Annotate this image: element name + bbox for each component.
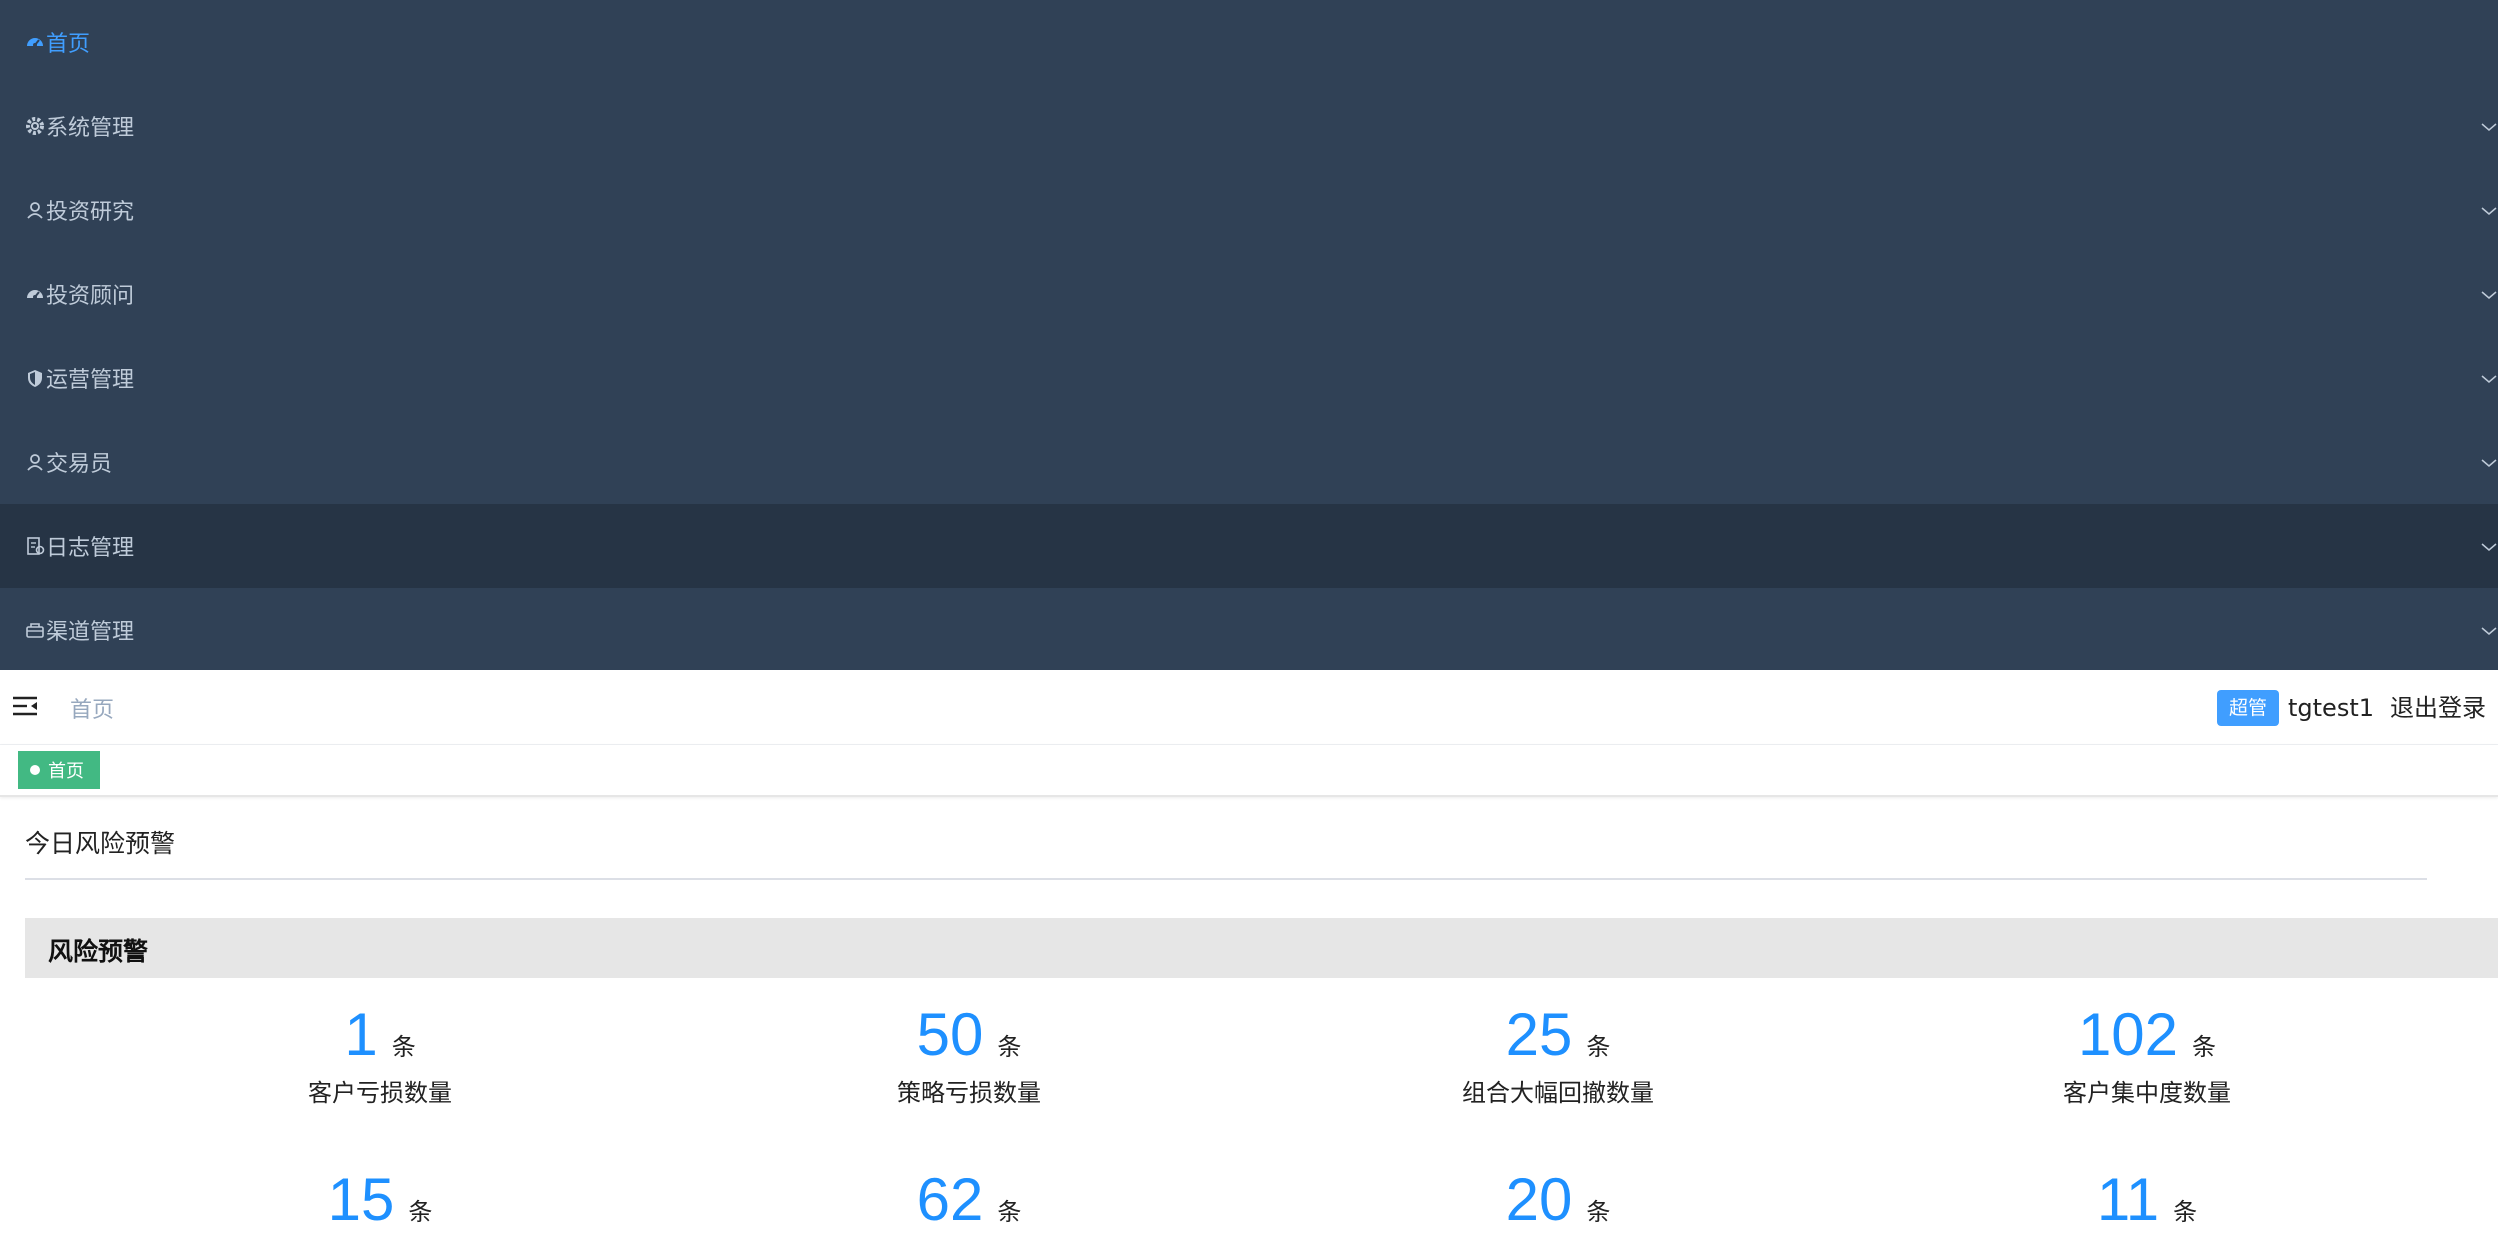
chevron-down-icon bbox=[2480, 203, 2498, 217]
log-icon bbox=[24, 535, 46, 557]
stat-unit: 条 bbox=[391, 1033, 416, 1061]
dashboard-icon bbox=[24, 283, 46, 305]
stat-label: 组合大幅回撤数量 bbox=[1462, 1079, 1654, 1107]
chevron-down-icon bbox=[2480, 623, 2498, 637]
sidebar-item-channels[interactable]: 渠道管理 bbox=[0, 588, 2498, 672]
shield-icon bbox=[24, 367, 46, 389]
stat-unit: 条 bbox=[997, 1033, 1022, 1061]
sidebar-item-label: 交易员 bbox=[46, 452, 113, 477]
stat-value: 15 bbox=[327, 1166, 395, 1233]
stat-value: 1 bbox=[344, 1001, 378, 1068]
sidebar-item-logs[interactable]: 日志管理 bbox=[0, 504, 2498, 588]
stat-value: 50 bbox=[916, 1001, 984, 1068]
sidebar-item-label: 渠道管理 bbox=[46, 620, 135, 645]
chevron-down-icon bbox=[2480, 119, 2498, 133]
sidebar-item-label: 运营管理 bbox=[46, 368, 135, 393]
stat-unit: 条 bbox=[2192, 1033, 2217, 1061]
menu-fold-icon[interactable] bbox=[12, 694, 38, 718]
stat-value: 20 bbox=[1505, 1166, 1573, 1233]
stat-label: 客户集中度数量 bbox=[2063, 1079, 2231, 1107]
stat-unit: 条 bbox=[408, 1198, 433, 1226]
user-icon bbox=[24, 451, 46, 473]
channel-icon bbox=[24, 619, 46, 641]
stat-unit: 条 bbox=[2173, 1198, 2198, 1226]
stat-label: 客户亏损数量 bbox=[308, 1079, 452, 1107]
stat-card: 11 条 bbox=[1847, 1165, 2447, 1234]
breadcrumb: 首页 bbox=[70, 698, 115, 723]
sidebar-item-research[interactable]: 投资研究 bbox=[0, 168, 2498, 252]
chevron-down-icon bbox=[2480, 371, 2498, 385]
tag-home[interactable]: 首页 bbox=[18, 751, 100, 789]
section-title: 风险预警 bbox=[48, 937, 149, 966]
sidebar-item-label: 投资顾问 bbox=[46, 284, 135, 309]
stat-card: 15 条 bbox=[80, 1165, 680, 1234]
sidebar-item-trader[interactable]: 交易员 bbox=[0, 420, 2498, 504]
sidebar-item-label: 首页 bbox=[46, 32, 91, 57]
sidebar-item-home[interactable]: 首页 bbox=[0, 0, 2498, 84]
dot-icon bbox=[30, 765, 40, 775]
stat-value: 62 bbox=[916, 1166, 984, 1233]
stat-unit: 条 bbox=[997, 1198, 1022, 1226]
username: tgtest1 bbox=[2288, 694, 2375, 722]
sidebar-item-system[interactable]: 系统管理 bbox=[0, 84, 2498, 168]
chevron-down-icon bbox=[2480, 455, 2498, 469]
stat-label: 策略亏损数量 bbox=[897, 1079, 1041, 1107]
stat-unit: 条 bbox=[1586, 1033, 1611, 1061]
logout-button[interactable]: 退出登录 bbox=[2390, 690, 2486, 726]
stat-value: 25 bbox=[1505, 1001, 1573, 1068]
navbar: 首页 超管 tgtest1 退出登录 bbox=[0, 670, 2498, 745]
stat-unit: 条 bbox=[1586, 1198, 1611, 1226]
gear-icon bbox=[24, 115, 46, 137]
stat-card: 50 条 策略亏损数量 bbox=[669, 1000, 1269, 1108]
section-header: 风险预警 bbox=[25, 918, 2498, 978]
sidebar-menu: 首页 系统管理 投资研究 投资顾问 运营管理 交易员 日志管理 渠道管理 bbox=[0, 0, 2498, 670]
sidebar-item-label: 系统管理 bbox=[46, 116, 135, 141]
stat-card: 62 条 bbox=[669, 1165, 1269, 1234]
sidebar-item-label: 日志管理 bbox=[46, 536, 135, 561]
stat-value: 102 bbox=[2077, 1001, 2179, 1068]
user-icon bbox=[24, 199, 46, 221]
sidebar-item-advisor[interactable]: 投资顾问 bbox=[0, 252, 2498, 336]
stat-card: 1条 客户亏损数量 bbox=[80, 1000, 680, 1108]
chevron-down-icon bbox=[2480, 539, 2498, 553]
stat-value: 11 bbox=[2096, 1166, 2160, 1233]
sidebar-item-label: 投资研究 bbox=[46, 200, 135, 225]
dashboard-icon bbox=[24, 31, 46, 53]
tag-label: 首页 bbox=[48, 761, 84, 782]
role-badge: 超管 bbox=[2217, 690, 2280, 726]
page-title: 今日风险预警 bbox=[25, 829, 176, 858]
sidebar-item-operations[interactable]: 运营管理 bbox=[0, 336, 2498, 420]
stat-card: 20 条 bbox=[1258, 1165, 1858, 1234]
chevron-down-icon bbox=[2480, 287, 2498, 301]
tags-view: 首页 bbox=[0, 745, 2498, 797]
divider bbox=[25, 878, 2427, 880]
stat-card: 25 条 组合大幅回撤数量 bbox=[1258, 1000, 1858, 1108]
stat-card: 102 条 客户集中度数量 bbox=[1847, 1000, 2447, 1108]
